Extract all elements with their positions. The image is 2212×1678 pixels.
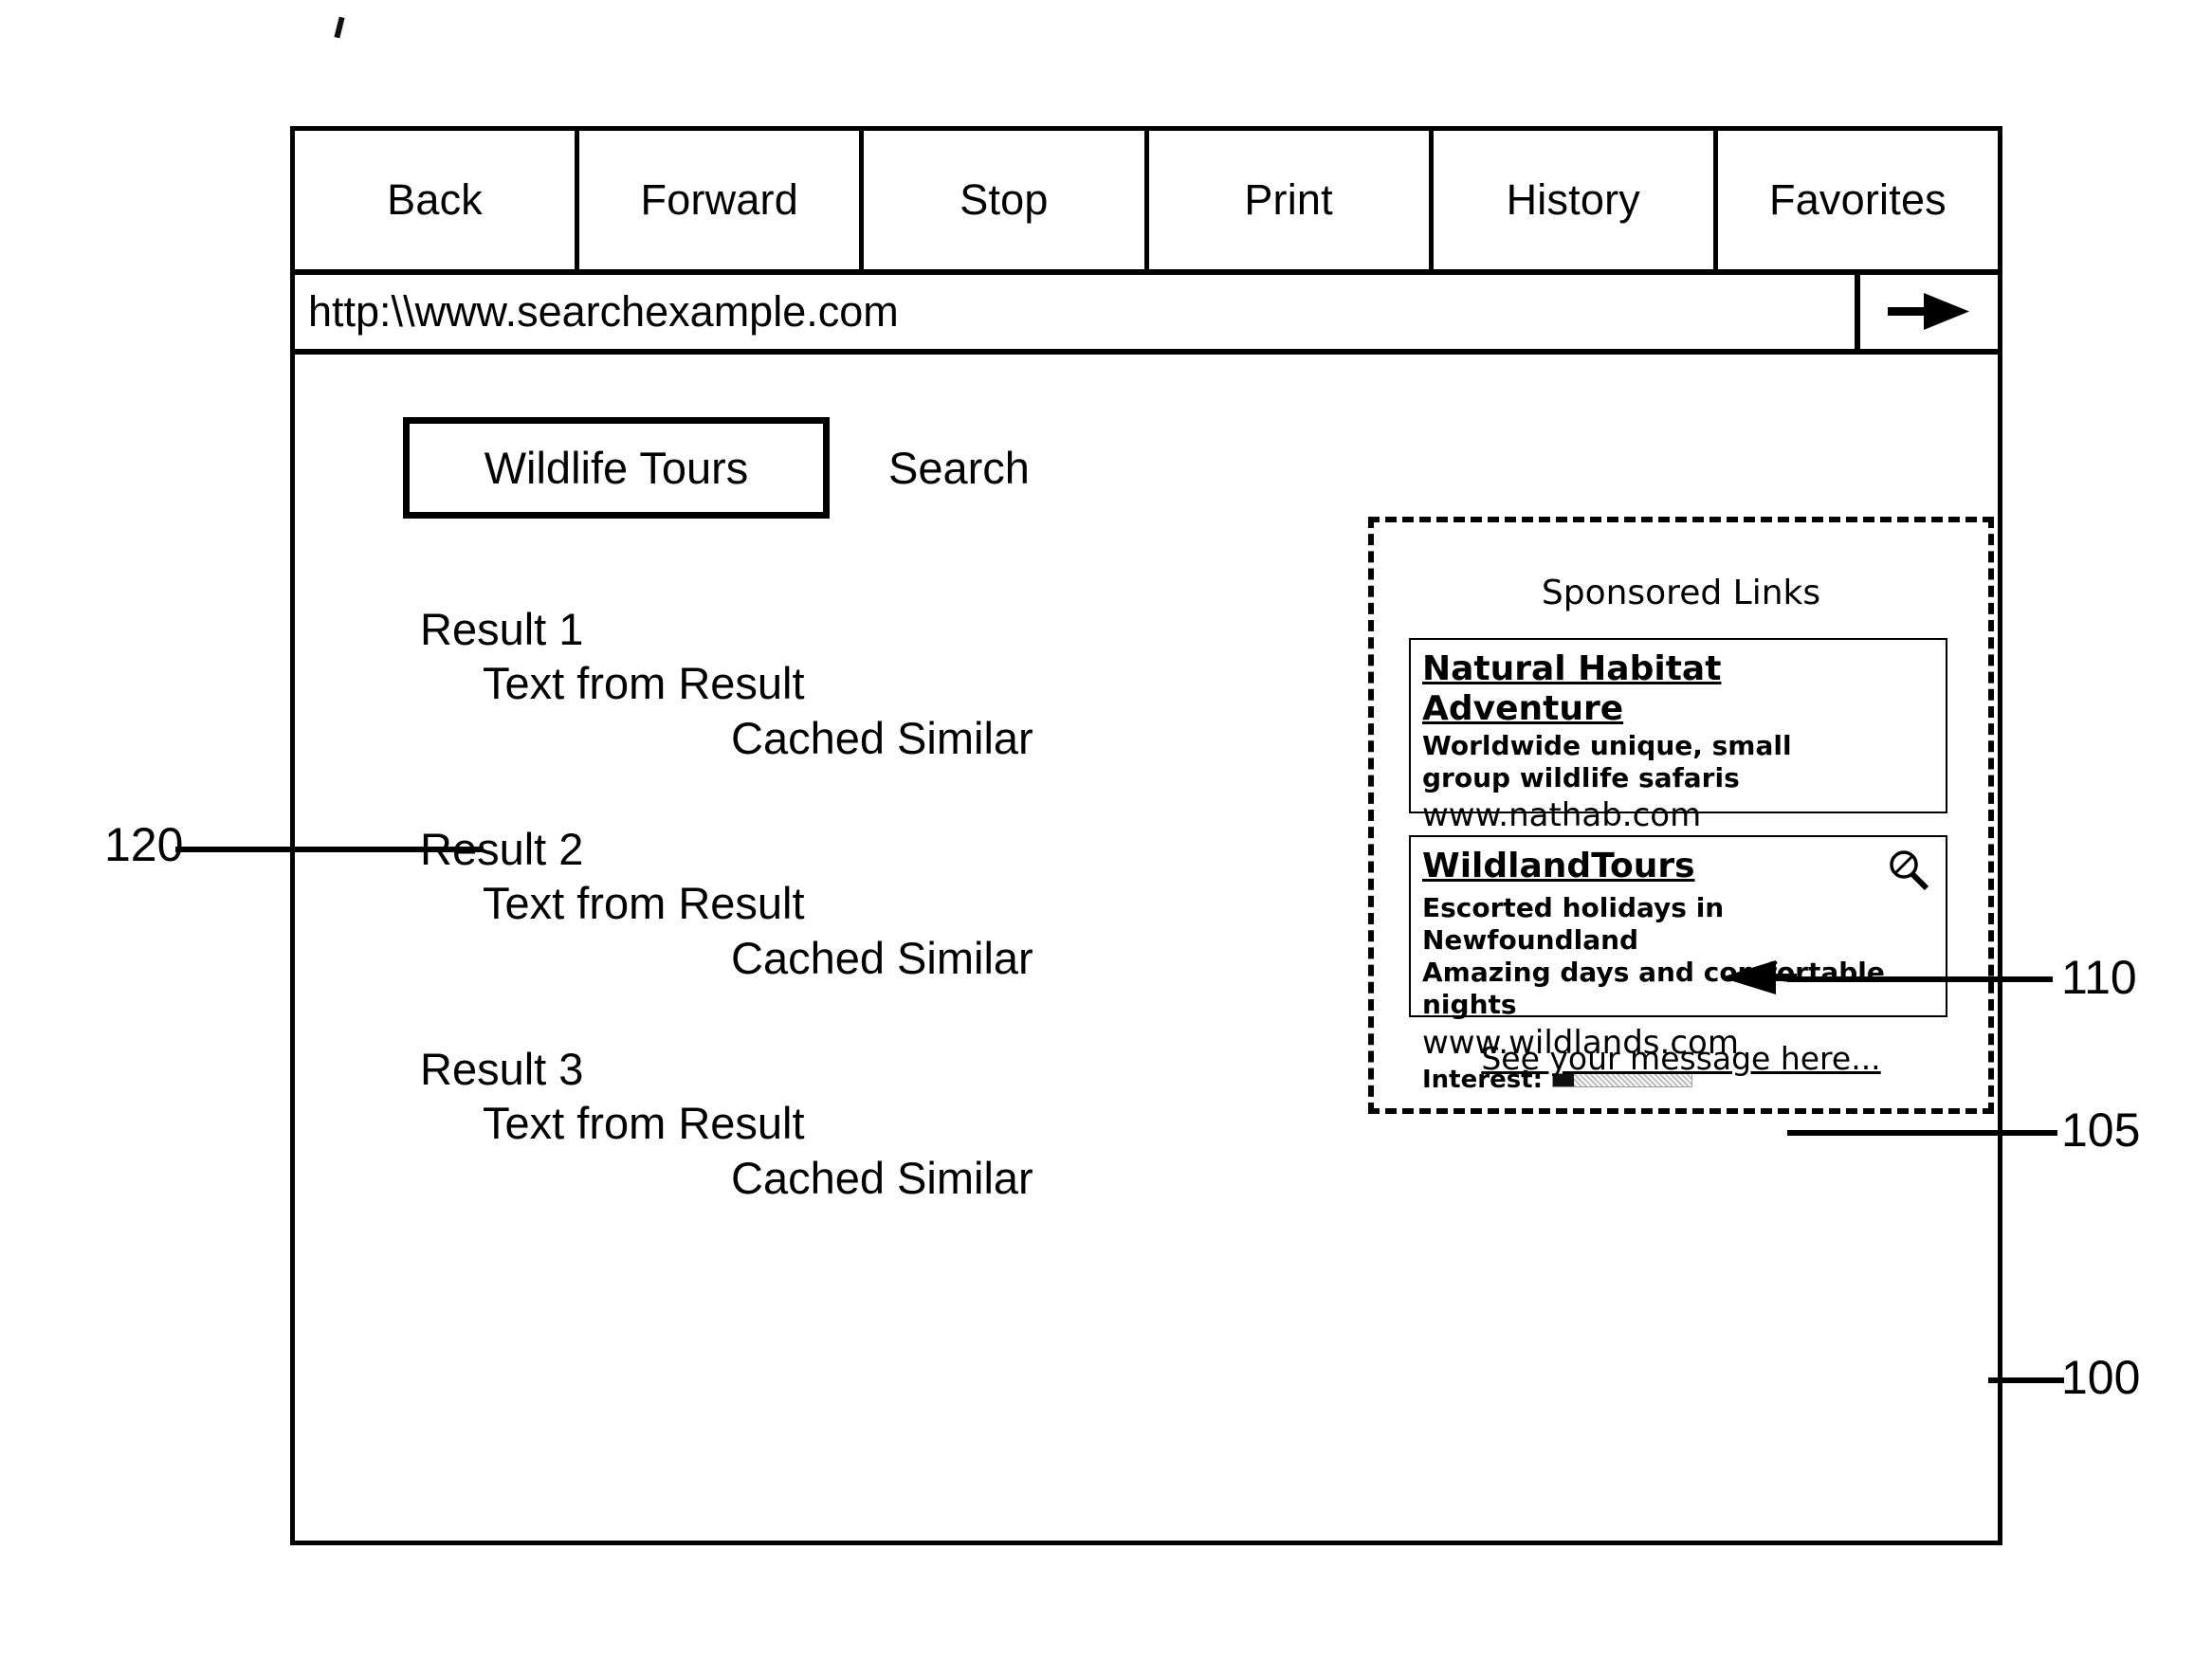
result-snippet: Text from Result	[483, 658, 805, 709]
magnifier-icon[interactable]	[1887, 848, 1930, 892]
search-result-item: Result 2 Text from Result Cached Similar	[409, 822, 1243, 985]
ad-title[interactable]: WildlandTours	[1422, 847, 1695, 886]
result-links[interactable]: Cached Similar	[409, 1151, 1243, 1205]
ad-description-line-2: group wildlife safaris	[1422, 762, 1740, 794]
toolbar-button-back-label: Back	[387, 175, 483, 224]
sponsored-links-heading: Sponsored Links	[1541, 574, 1821, 612]
callout-label-120: 120	[104, 818, 184, 871]
callout-leader-line-120	[175, 847, 484, 852]
search-input[interactable]: Wildlife Tours	[403, 417, 830, 519]
sponsored-links-panel: Sponsored Links Natural Habitat Adventur…	[1368, 517, 1994, 1114]
result-snippet: Text from Result	[483, 1098, 805, 1149]
callout-leader-line-110	[1787, 976, 2053, 982]
result-snippet: Text from Result	[483, 878, 805, 929]
toolbar-button-stop[interactable]: Stop	[864, 131, 1149, 269]
callout-label-110: 110	[2061, 951, 2137, 1004]
stray-ink-mark	[334, 16, 345, 39]
address-bar-go-button[interactable]	[1860, 275, 1998, 349]
result-links[interactable]: Cached Similar	[409, 931, 1243, 985]
callout-label-105: 105	[2061, 1103, 2141, 1157]
toolbar-button-favorites-label: Favorites	[1769, 175, 1947, 224]
right-arrow-icon	[1886, 289, 1973, 335]
browser-toolbar: Back Forward Stop Print History Favorite…	[295, 131, 1999, 275]
result-title[interactable]: Result 3	[409, 1042, 1243, 1096]
ad-description-line-1: Worldwide unique, small	[1422, 729, 1792, 761]
toolbar-button-print-label: Print	[1244, 175, 1333, 224]
search-results-list: Result 1 Text from Result Cached Similar…	[409, 602, 1243, 1262]
toolbar-button-forward-label: Forward	[640, 175, 798, 224]
ad-title[interactable]: Natural Habitat Adventure	[1422, 649, 1934, 730]
browser-window: Back Forward Stop Print History Favorite…	[290, 126, 2002, 1545]
search-submit-button[interactable]: Search	[888, 442, 1030, 494]
callout-arrowhead-110	[1721, 959, 1797, 995]
result-links[interactable]: Cached Similar	[409, 711, 1243, 765]
see-your-message-link[interactable]: See your message here...	[1374, 1040, 1988, 1077]
toolbar-button-forward[interactable]: Forward	[579, 131, 865, 269]
callout-leader-line-105	[1787, 1130, 2057, 1136]
toolbar-button-history-label: History	[1506, 175, 1640, 224]
ad-description-line-2: Amazing days and comfortable nights	[1422, 957, 1885, 1021]
result-title[interactable]: Result 1	[409, 602, 1243, 656]
search-bar: Wildlife Tours Search	[403, 417, 1030, 519]
page-content-area: Wildlife Tours Search Result 1 Text from…	[295, 360, 1998, 1541]
ad-description-line-1: Escorted holidays in Newfoundland	[1422, 892, 1725, 957]
toolbar-button-history[interactable]: History	[1433, 131, 1718, 269]
result-title[interactable]: Result 2	[409, 822, 1243, 876]
toolbar-button-stop-label: Stop	[960, 175, 1049, 224]
sponsored-ad-card[interactable]: Natural Habitat Adventure Worldwide uniq…	[1409, 638, 1947, 867]
sponsored-ad-card[interactable]: WildlandTours Escorted holidays in Newfo…	[1409, 835, 1947, 1094]
address-bar-input[interactable]: http:\\www.searchexample.com	[295, 275, 1860, 349]
toolbar-button-back[interactable]: Back	[295, 131, 580, 269]
ad-title-row: WildlandTours	[1422, 847, 1934, 892]
ad-title-row: Natural Habitat Adventure	[1422, 649, 1934, 730]
callout-label-100: 100	[2061, 1351, 2141, 1404]
search-result-item: Result 3 Text from Result Cached Similar	[409, 1042, 1243, 1205]
ad-url[interactable]: www.nathab.com	[1422, 796, 1934, 835]
toolbar-button-print[interactable]: Print	[1148, 131, 1434, 269]
callout-leader-line-100	[1988, 1377, 2064, 1383]
toolbar-button-favorites[interactable]: Favorites	[1717, 131, 1999, 269]
address-bar-row: http:\\www.searchexample.com	[295, 275, 1998, 355]
search-result-item: Result 1 Text from Result Cached Similar	[409, 602, 1243, 765]
